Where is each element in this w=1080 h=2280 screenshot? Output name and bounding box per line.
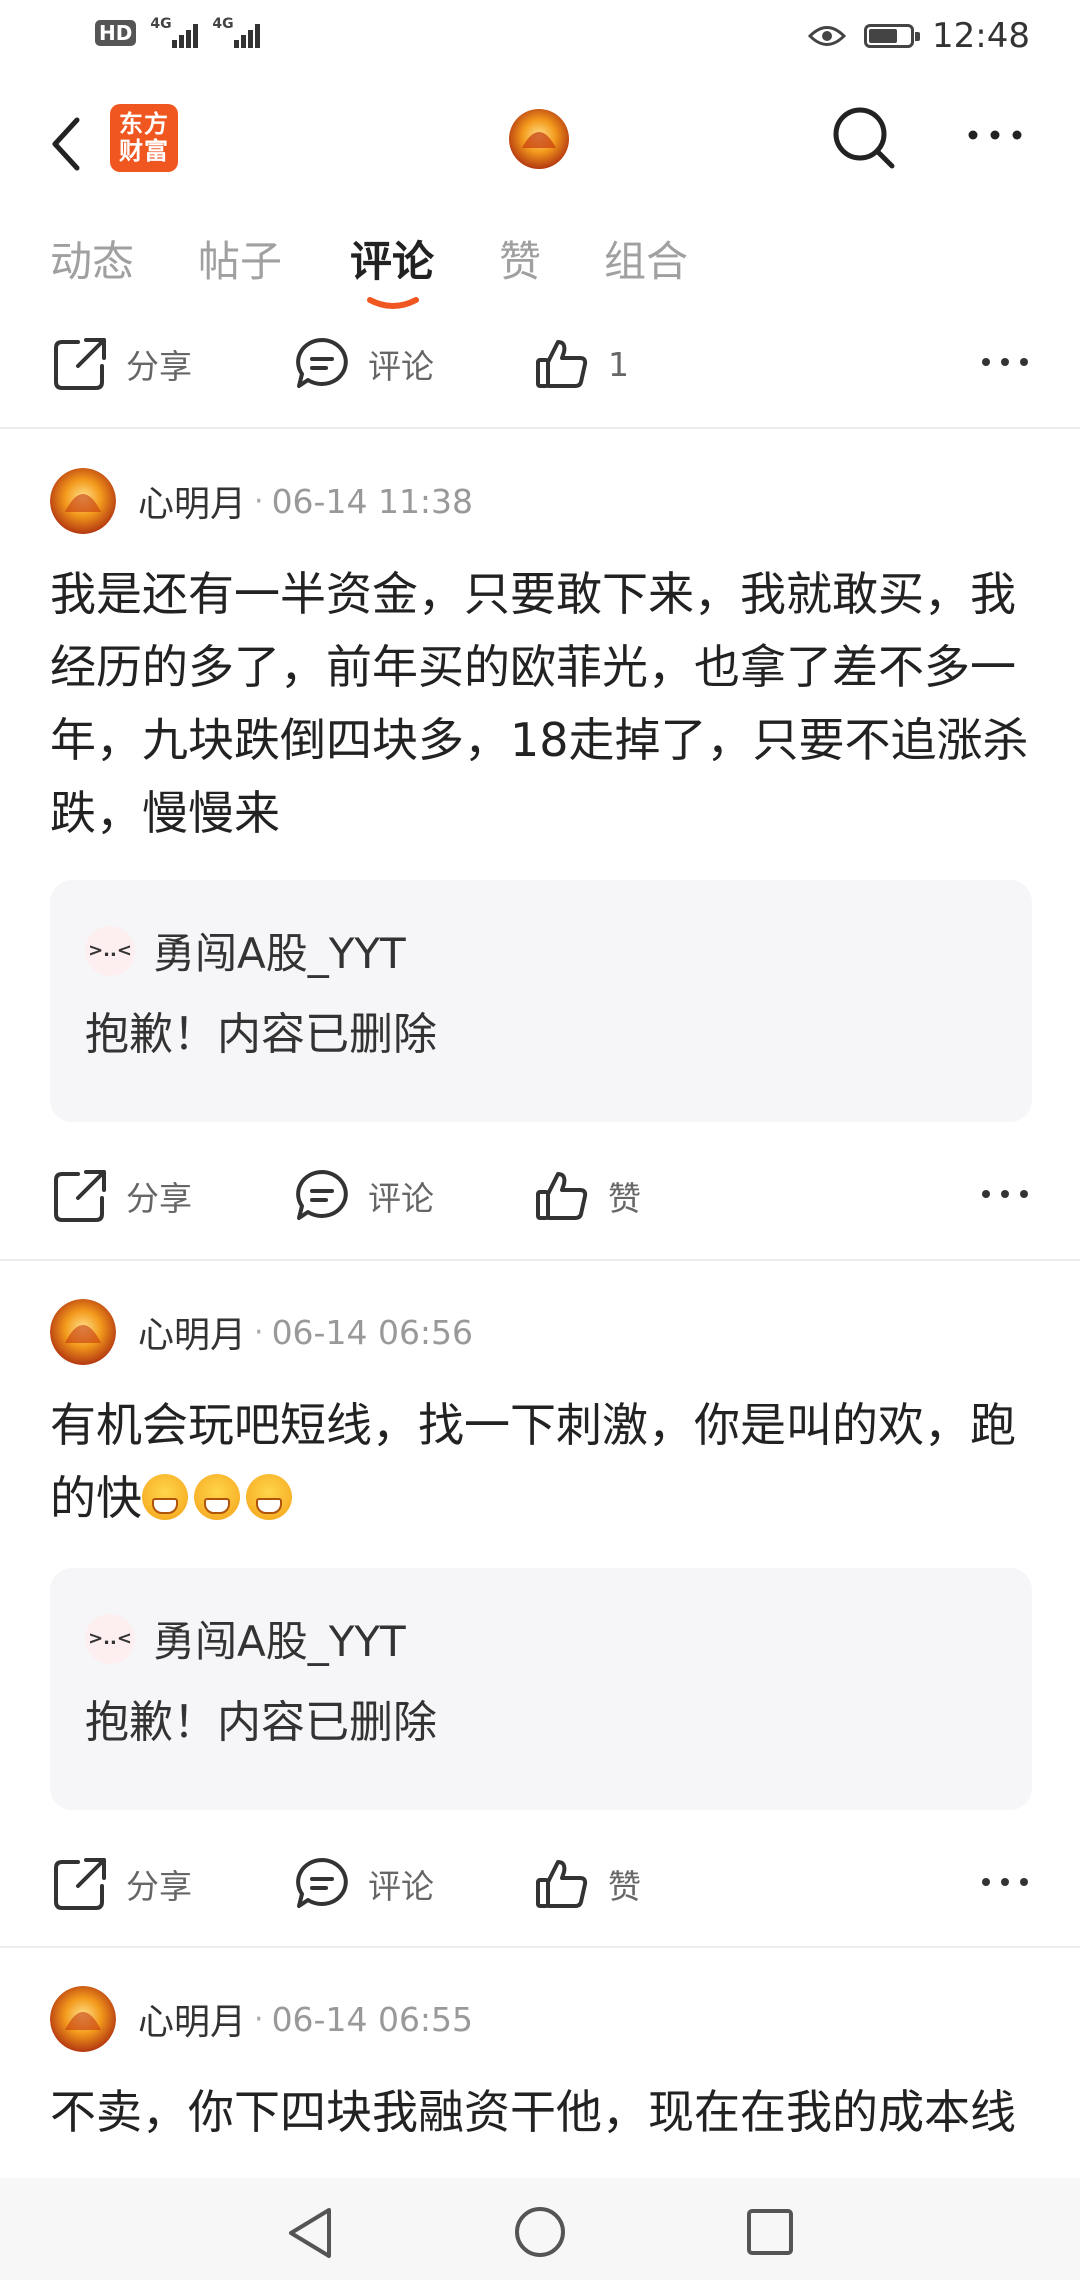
share-button[interactable]: 分享 xyxy=(52,1168,192,1224)
like-button[interactable]: 赞 xyxy=(534,1856,641,1912)
search-icon[interactable] xyxy=(830,104,900,174)
post-content[interactable]: 有机会玩吧短线，找一下刺激，你是叫的欢，跑的快 xyxy=(50,1389,1040,1535)
logo-line-2: 财富 xyxy=(119,137,169,165)
action-row: 分享 评论 赞 xyxy=(0,1154,1080,1234)
active-tab-indicator xyxy=(367,297,419,309)
like-label: 赞 xyxy=(608,1179,641,1218)
share-label: 分享 xyxy=(126,347,192,386)
comment-button[interactable]: 评论 xyxy=(294,1168,434,1224)
avatar[interactable] xyxy=(50,468,116,534)
avatar[interactable] xyxy=(50,1986,116,2052)
like-label: 赞 xyxy=(608,1867,641,1906)
quoted-avatar: >..< xyxy=(85,925,135,976)
comment-button[interactable]: 评论 xyxy=(294,336,434,392)
post-time: 06-14 11:38 xyxy=(271,481,474,521)
divider xyxy=(0,427,1080,429)
tab-dynamic[interactable]: 动态 xyxy=(50,228,134,289)
comment-label: 评论 xyxy=(368,347,434,386)
quoted-user: >..< 勇闯A股_YYT xyxy=(85,1608,406,1669)
like-button[interactable]: 1 xyxy=(534,336,629,392)
post-content[interactable]: 我是还有一半资金，只要敢下来，我就敢买，我经历的多了，前年买的欧菲光，也拿了差不… xyxy=(50,558,1040,850)
comment-label: 评论 xyxy=(368,1867,434,1906)
thumbs-up-icon xyxy=(536,340,588,388)
comment-label: 评论 xyxy=(368,1179,434,1218)
share-label: 分享 xyxy=(126,1179,192,1218)
grinning-emoji-icon xyxy=(194,1474,240,1520)
author-name[interactable]: 心明月 xyxy=(138,1993,246,2045)
tab-posts[interactable]: 帖子 xyxy=(198,228,282,289)
post-meta: 心明月 · 06-14 11:38 xyxy=(50,466,473,536)
nav-back-icon[interactable] xyxy=(285,2206,335,2260)
like-button[interactable]: 赞 xyxy=(534,1168,641,1224)
more-options-icon[interactable] xyxy=(980,354,1030,370)
tab-portfolio[interactable]: 组合 xyxy=(604,228,688,289)
more-options-icon[interactable] xyxy=(980,1186,1030,1202)
status-bar: HD 4G 4G 12:48 xyxy=(0,0,1080,72)
quoted-username[interactable]: 勇闯A股_YYT xyxy=(153,1608,406,1669)
share-button[interactable]: 分享 xyxy=(52,336,192,392)
share-icon xyxy=(54,1170,106,1222)
signal-label-2: 4G xyxy=(212,16,234,32)
comment-button[interactable]: 评论 xyxy=(294,1856,434,1912)
tab-likes[interactable]: 赞 xyxy=(499,228,541,289)
hd-badge: HD xyxy=(95,20,137,46)
meta-separator: · xyxy=(254,2001,264,2037)
comment-post: 心明月 · 06-14 06:55 不卖，你下四块我融资干他，现在在我的成本线 xyxy=(0,1984,1080,2178)
tab-bar: 动态 帖子 评论 赞 组合 xyxy=(0,228,1080,309)
comment-icon xyxy=(296,338,348,388)
post-time: 06-14 06:55 xyxy=(271,1999,474,2039)
status-left: HD 4G 4G xyxy=(95,16,261,48)
comment-icon xyxy=(296,1170,348,1220)
clock: 12:48 xyxy=(932,16,1030,56)
post-meta: 心明月 · 06-14 06:56 xyxy=(50,1297,473,1367)
comment-icon xyxy=(296,1858,348,1908)
avatar[interactable] xyxy=(50,1299,116,1365)
back-arrow-icon[interactable] xyxy=(45,114,95,174)
quoted-user: >..< 勇闯A股_YYT xyxy=(85,920,406,981)
divider xyxy=(0,1946,1080,1948)
system-nav-bar xyxy=(0,2178,1080,2280)
share-button[interactable]: 分享 xyxy=(52,1856,192,1912)
share-label: 分享 xyxy=(126,1867,192,1906)
divider xyxy=(0,1259,1080,1261)
meta-separator: · xyxy=(254,1314,264,1350)
profile-avatar[interactable] xyxy=(508,108,570,170)
post-time: 06-14 06:56 xyxy=(271,1312,474,1352)
eye-icon xyxy=(808,26,847,46)
battery-icon xyxy=(864,24,921,48)
signal-icon-2: 4G xyxy=(212,16,261,48)
quoted-text: 抱歉！内容已删除 xyxy=(85,1697,437,1748)
grinning-emoji-icon xyxy=(246,1474,292,1520)
nav-recents-icon[interactable] xyxy=(745,2207,795,2257)
quoted-post[interactable]: >..< 勇闯A股_YYT 抱歉！内容已删除 xyxy=(50,1568,1032,1810)
like-count: 1 xyxy=(608,344,629,384)
signal-icon: 4G xyxy=(150,16,199,48)
app-logo[interactable]: 东方 财富 xyxy=(110,104,178,172)
post-content[interactable]: 不卖，你下四块我融资干他，现在在我的成本线 xyxy=(50,2076,1040,2149)
quoted-username[interactable]: 勇闯A股_YYT xyxy=(153,920,406,981)
tab-comments[interactable]: 评论 xyxy=(350,228,434,289)
more-options-icon[interactable] xyxy=(980,1874,1030,1890)
grinning-emoji-icon xyxy=(142,1474,188,1520)
quoted-text: 抱歉！内容已删除 xyxy=(85,1009,437,1060)
top-header: 东方 财富 xyxy=(0,90,1080,190)
thumbs-up-icon xyxy=(536,1860,588,1908)
quoted-avatar: >..< xyxy=(85,1613,135,1664)
action-row: 分享 评论 赞 xyxy=(0,1842,1080,1922)
thumbs-up-icon xyxy=(536,1172,588,1220)
share-icon xyxy=(54,1858,106,1910)
meta-separator: · xyxy=(254,483,264,519)
logo-line-1: 东方 xyxy=(119,110,169,138)
signal-label: 4G xyxy=(150,16,172,32)
post-meta: 心明月 · 06-14 06:55 xyxy=(50,1984,473,2054)
action-row-top: 分享 评论 1 xyxy=(0,322,1080,402)
author-name[interactable]: 心明月 xyxy=(138,475,246,527)
author-name[interactable]: 心明月 xyxy=(138,1306,246,1358)
status-right: 12:48 xyxy=(808,16,1030,56)
quoted-post[interactable]: >..< 勇闯A股_YYT 抱歉！内容已删除 xyxy=(50,880,1032,1122)
share-icon xyxy=(54,338,106,390)
nav-home-icon[interactable] xyxy=(513,2205,567,2259)
more-icon[interactable] xyxy=(965,120,1025,150)
